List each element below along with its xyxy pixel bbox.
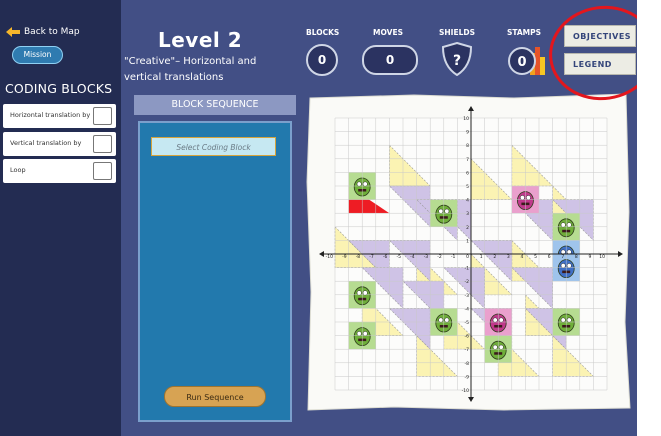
y-tick-label: 1 [466,238,469,244]
moves-counter: 0 [362,45,418,75]
block-sequence-panel [138,121,292,422]
monster-eye [438,317,444,323]
mission-button[interactable]: Mission [12,46,63,64]
x-tick-label: -5 [397,254,402,260]
y-tick-label: -2 [465,279,470,285]
monster-eye [444,317,450,323]
run-sequence-button[interactable]: Run Sequence [164,386,266,407]
coding-block-label: Loop [10,166,26,174]
monster-eye [566,222,572,228]
x-tick-label: -3 [424,254,429,260]
coding-block-loop[interactable]: Loop [3,159,116,183]
x-tick-label: 9 [589,254,592,260]
y-tick-label: 9 [466,130,469,136]
back-arrow-icon [6,27,20,37]
x-tick-label: -1 [451,254,456,260]
monster-eye [362,181,368,187]
x-tick-label: -8 [356,254,361,260]
monster-eye [566,263,572,269]
shields-label: SHIELDS [439,28,475,37]
y-tick-label: -8 [465,361,470,367]
monster-eye [356,331,362,337]
back-to-map-label: Back to Map [24,27,80,37]
x-tick-label: -7 [369,254,374,260]
monster-eye [492,344,498,350]
select-coding-block-dropdown[interactable]: Select Coding Block [151,137,276,156]
level-subtitle: "Creative"– Horizontal and vertical tran… [124,56,257,83]
y-tick-label: -3 [465,293,470,299]
shields-counter: ? [453,53,461,69]
monster-eye [560,317,566,323]
block-sequence-header: BLOCK SEQUENCE [134,95,296,115]
monster-eye [525,195,531,201]
monster-eye [560,263,566,269]
monster-eye [560,222,566,228]
coding-block-value-box[interactable] [93,135,112,153]
x-tick-label: 2 [493,254,496,260]
y-tick-label: -6 [465,334,470,340]
coding-block-label: Vertical translation by [10,139,82,147]
monster-eye [492,317,498,323]
coordinate-grid: -10 -9 -8 -7 -6 -5 -4 -3 -2 -1 0 1 2 3 4 5 6 7 8 9 101098765… [306,93,631,411]
stamp-icon: 0 [506,43,548,77]
blocks-counter: 0 [306,44,338,76]
back-to-map-button[interactable]: Back to Map [6,27,80,37]
y-tick-label: -5 [465,320,470,326]
coding-blocks-title: CODING BLOCKS [5,81,113,96]
y-tick-label: 5 [466,184,469,190]
monster-eye [498,317,504,323]
stamps-label: STAMPS [506,28,542,37]
x-tick-label: 0 [466,254,469,260]
y-tick-label: 6 [466,170,469,176]
y-tick-label: -7 [465,347,470,353]
x-tick-label: 5 [534,254,537,260]
coding-block-value-box[interactable] [93,107,112,125]
monster-eye [362,331,368,337]
monster-eye [356,181,362,187]
x-tick-label: 4 [521,254,524,260]
shield-icon: ? [441,41,473,77]
x-tick-label: 1 [480,254,483,260]
monster-eye [444,208,450,214]
x-tick-label: -10 [326,254,333,260]
monster-eye [519,195,525,201]
x-tick-label: 10 [599,254,605,260]
y-tick-label: -4 [465,306,470,312]
y-tick-label: 4 [466,198,469,204]
x-tick-label: 7 [561,254,564,260]
monster-eye [498,344,504,350]
x-tick-label: 3 [507,254,510,260]
y-tick-label: -1 [465,266,470,272]
monster-eye [362,290,368,296]
blocks-label: BLOCKS [306,28,340,37]
x-tick-label: -4 [410,254,415,260]
y-tick-label: 2 [466,225,469,231]
monster-eye [356,290,362,296]
stamps-counter: 0 [517,55,526,70]
x-tick-label: 8 [575,254,578,260]
moves-label: MOVES [373,28,403,37]
monster-eye [566,317,572,323]
x-tick-label: 6 [548,254,551,260]
coding-block-vertical[interactable]: Vertical translation by [3,132,116,156]
x-tick-label: -9 [342,254,347,260]
level-title: Level 2 [158,28,243,52]
coding-block-horizontal[interactable]: Horizontal translation by [3,104,116,128]
coding-block-label: Horizontal translation by [10,111,91,119]
y-tick-label: 7 [466,157,469,163]
monster-eye [438,208,444,214]
x-tick-label: -6 [383,254,388,260]
y-tick-label: -9 [465,374,470,380]
sidebar: Back to Map Mission CODING BLOCKS Horizo… [0,0,121,436]
y-tick-label: 10 [463,116,469,122]
y-tick-label: -10 [462,388,469,394]
x-tick-label: -2 [437,254,442,260]
y-tick-label: 3 [466,211,469,217]
coding-block-value-box[interactable] [93,162,112,180]
objectives-highlight-circle [542,0,637,108]
y-tick-label: 8 [466,143,469,149]
app-window: Back to Map Mission CODING BLOCKS Horizo… [0,0,637,436]
